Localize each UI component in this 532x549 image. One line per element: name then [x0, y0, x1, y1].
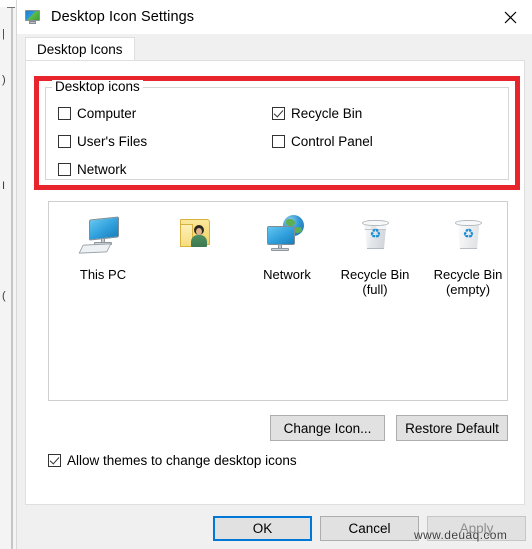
background-window-edge: [11, 8, 13, 549]
icon-preview-pane: This PC Network ♻ Recycle Bin (full) ♻ R…: [48, 201, 508, 401]
preview-icon-recycle-bin-empty-label: Recycle Bin (empty): [433, 267, 503, 297]
background-window-titlebar: [0, 0, 16, 7]
checkbox-control-panel-box[interactable]: [272, 135, 285, 148]
preview-icon-users-files[interactable]: [149, 214, 245, 267]
background-text-fragment-4: (: [2, 290, 6, 302]
checkbox-computer-box[interactable]: [58, 107, 71, 120]
checkbox-allow-themes-label: Allow themes to change desktop icons: [67, 453, 297, 468]
cancel-button[interactable]: Cancel: [320, 516, 419, 541]
checkbox-network-label: Network: [77, 162, 127, 177]
background-window-sliver: | ) I (: [0, 0, 17, 549]
preview-icon-recycle-bin-empty[interactable]: ♻ Recycle Bin (empty): [420, 214, 516, 297]
desktop-icon-settings-dialog: Desktop Icon Settings Desktop Icons Desk…: [16, 0, 532, 549]
preview-icon-network[interactable]: Network: [239, 214, 335, 282]
checkbox-computer[interactable]: Computer: [58, 106, 136, 121]
computer-monitor-icon: [77, 214, 129, 264]
restore-default-button[interactable]: Restore Default: [396, 415, 508, 441]
checkbox-recycle-bin-label: Recycle Bin: [291, 106, 363, 121]
background-text-fragment-2: ): [2, 74, 6, 86]
checkbox-allow-themes-box[interactable]: [48, 454, 61, 467]
close-icon[interactable]: [488, 0, 532, 34]
checkbox-network-box[interactable]: [58, 163, 71, 176]
background-text-fragment-1: |: [2, 28, 5, 40]
checkbox-network[interactable]: Network: [58, 162, 127, 177]
dialog-footer: OK Cancel Apply: [17, 505, 532, 549]
tab-label: Desktop Icons: [37, 41, 123, 57]
screenshot-root: | ) I ( Desktop Icon Settings Desktop Ic…: [0, 0, 532, 549]
tab-desktop-icons[interactable]: Desktop Icons: [25, 37, 135, 60]
preview-icon-recycle-bin-full-label: Recycle Bin (full): [340, 267, 410, 297]
preview-icon-network-label: Network: [263, 267, 311, 282]
title-bar: Desktop Icon Settings: [17, 0, 532, 34]
checkbox-computer-label: Computer: [77, 106, 137, 121]
tab-strip: Desktop Icons: [17, 34, 532, 60]
preview-icon-this-pc-label: This PC: [79, 267, 127, 282]
tab-panel-desktop-icons: Desktop icons Computer User's Files Netw…: [25, 60, 525, 505]
checkbox-users-files[interactable]: User's Files: [58, 134, 147, 149]
checkbox-control-panel[interactable]: Control Panel: [272, 134, 373, 149]
ok-button[interactable]: OK: [213, 516, 312, 541]
watermark-text: www.deuaq.com: [414, 528, 508, 542]
recycle-bin-full-icon: ♻: [349, 214, 401, 264]
checkbox-users-files-box[interactable]: [58, 135, 71, 148]
monitor-personalization-icon: [24, 9, 41, 26]
checkbox-recycle-bin-box[interactable]: [272, 107, 285, 120]
groupbox-legend: Desktop icons: [52, 80, 143, 94]
checkbox-control-panel-label: Control Panel: [291, 134, 373, 149]
window-title: Desktop Icon Settings: [51, 9, 195, 25]
checkbox-allow-themes[interactable]: Allow themes to change desktop icons: [48, 453, 297, 468]
background-text-fragment-3: I: [2, 180, 6, 192]
checkbox-recycle-bin[interactable]: Recycle Bin: [272, 106, 362, 121]
user-files-folder-icon: [171, 214, 223, 264]
preview-icon-this-pc[interactable]: This PC: [55, 214, 151, 282]
recycle-bin-empty-icon: ♻: [442, 214, 494, 264]
preview-icon-recycle-bin-full[interactable]: ♻ Recycle Bin (full): [327, 214, 423, 297]
change-icon-button[interactable]: Change Icon...: [270, 415, 385, 441]
network-globe-icon: [261, 214, 313, 264]
checkbox-users-files-label: User's Files: [77, 134, 148, 149]
